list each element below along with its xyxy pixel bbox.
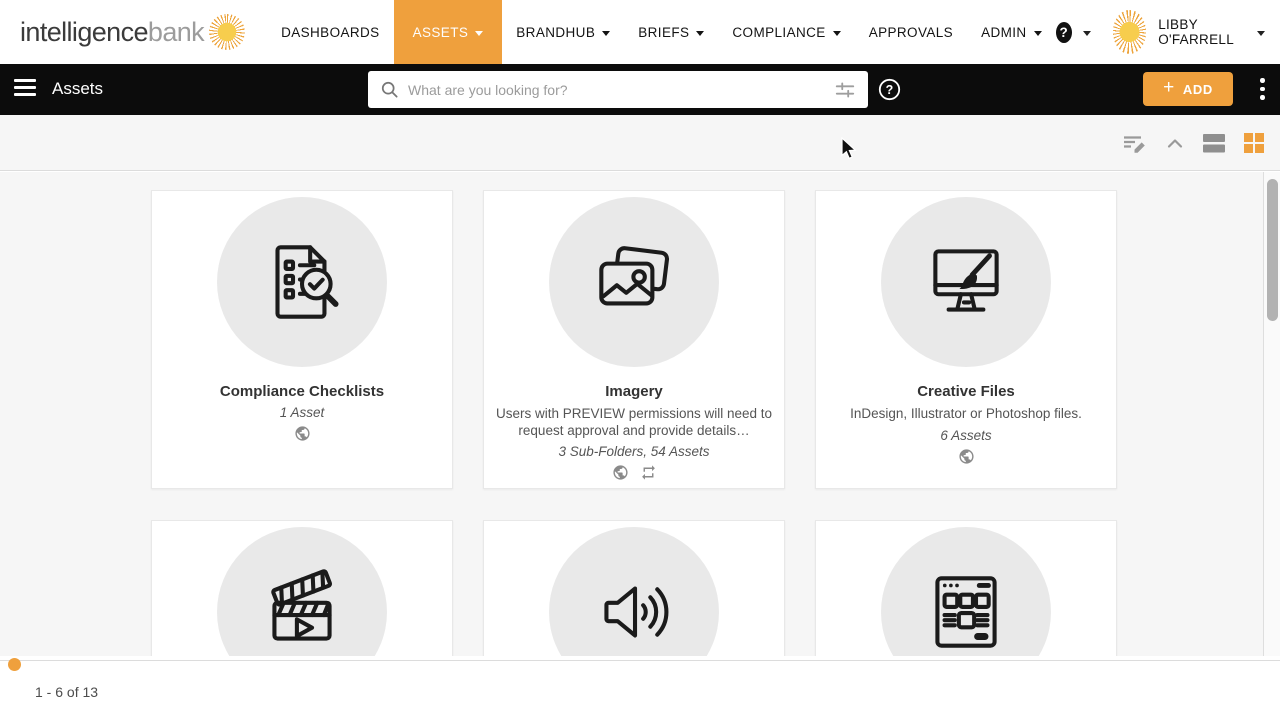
sort-edit-icon[interactable] [1121, 131, 1148, 155]
chevron-down-icon [832, 30, 841, 36]
nav-item-compliance[interactable]: COMPLIANCE [718, 0, 854, 64]
folder-title: Compliance Checklists [219, 383, 385, 400]
list-view-icon[interactable] [1202, 132, 1226, 154]
nav-item-briefs[interactable]: BRIEFS [624, 0, 718, 64]
folder-icon-circle [549, 527, 719, 656]
page-title: Assets [52, 79, 104, 98]
help-caret-icon[interactable] [1082, 30, 1091, 36]
clapperboard-icon [271, 569, 333, 641]
svg-text:?: ? [886, 83, 894, 97]
webpage-icon [935, 576, 997, 648]
folder-title: Creative Files [917, 383, 1015, 400]
repeat-icon [640, 464, 657, 481]
cards-grid: Compliance Checklists 1 Asset Imagery Us… [0, 172, 1280, 656]
user-caret-icon[interactable] [1257, 30, 1266, 36]
nav-item-assets[interactable]: ASSETS [393, 0, 503, 64]
nav-item-label: COMPLIANCE [732, 24, 826, 40]
view-toolbar [0, 115, 1280, 171]
nav-item-label: BRIEFS [638, 24, 690, 40]
add-button[interactable]: + ADD [1143, 72, 1233, 106]
folder-description: InDesign, Illustrator or Photoshop files… [850, 406, 1082, 421]
user-name[interactable]: LIBBY O'FARRELL [1158, 17, 1249, 47]
asset-folder-card[interactable] [815, 520, 1117, 656]
asset-folder-card[interactable] [483, 520, 785, 656]
sunburst-icon [209, 14, 246, 50]
folder-icon-circle [217, 197, 387, 367]
pagination-slider-handle[interactable] [8, 658, 21, 671]
logo-text: intelligencebank [20, 16, 205, 47]
checklist-search-icon [275, 245, 339, 319]
search-help-icon[interactable]: ? [878, 78, 901, 101]
asset-folder-area: Compliance Checklists 1 Asset Imagery Us… [0, 172, 1280, 656]
scrollbar-thumb[interactable] [1267, 179, 1278, 321]
user-avatar[interactable] [1112, 10, 1147, 54]
nav-item-label: BRANDHUB [516, 24, 596, 40]
folder-icon-circle [881, 527, 1051, 656]
nav-item-label: ADMIN [981, 24, 1027, 40]
help-icon[interactable]: ? [1055, 21, 1072, 43]
folder-meta: 3 Sub-Folders, 54 Assets [558, 444, 710, 460]
footer-bar: 1 - 6 of 13 [0, 656, 1280, 720]
folder-meta: 6 Assets [940, 427, 992, 443]
search-icon [380, 80, 399, 99]
folder-description: Users with PREVIEW permissions will need… [495, 406, 773, 438]
nav-item-admin[interactable]: ADMIN [967, 0, 1056, 64]
nav-item-approvals[interactable]: APPROVALS [855, 0, 967, 64]
chevron-down-icon [475, 30, 484, 36]
search-input[interactable] [408, 81, 834, 98]
globe-icon [958, 448, 975, 465]
more-options-icon[interactable] [1260, 78, 1265, 100]
nav-item-label: DASHBOARDS [281, 24, 380, 40]
hamburger-menu-icon[interactable] [14, 79, 36, 96]
asset-folder-card[interactable]: Creative Files InDesign, Illustrator or … [815, 190, 1117, 489]
filter-sliders-icon[interactable] [834, 79, 856, 101]
results-count: 1 - 6 of 13 [35, 684, 99, 700]
app-screen: intelligencebank DASHBOARDS ASSETS BRAND… [0, 0, 1280, 720]
asset-folder-card[interactable] [151, 520, 453, 656]
asset-folder-card[interactable]: Compliance Checklists 1 Asset [151, 190, 453, 489]
folder-title: Imagery [605, 383, 663, 400]
pagination-slider[interactable] [0, 658, 1280, 671]
top-navigation: intelligencebank DASHBOARDS ASSETS BRAND… [0, 0, 1280, 64]
chevron-down-icon [696, 30, 705, 36]
globe-icon [294, 425, 311, 442]
search-box [368, 71, 868, 108]
topnav-right: ? LIBBY O'FARRELL [1055, 10, 1280, 54]
nav-item-dashboards[interactable]: DASHBOARDS [267, 0, 394, 64]
nav-item-label: APPROVALS [868, 24, 954, 40]
intelligencebank-logo[interactable]: intelligencebank [20, 14, 246, 50]
grid-view-icon[interactable] [1243, 132, 1265, 154]
speaker-icon [604, 586, 669, 638]
nav-item-label: ASSETS [412, 24, 469, 40]
folder-meta: 1 Asset [279, 405, 325, 420]
globe-icon [612, 464, 629, 481]
folder-icon-circle [881, 197, 1051, 367]
folder-badges [294, 425, 311, 442]
asset-folder-card[interactable]: Imagery Users with PREVIEW permissions w… [483, 190, 785, 489]
folder-badges [612, 464, 657, 481]
collapse-chevron-up-icon[interactable] [1165, 136, 1185, 150]
photos-icon [599, 246, 670, 306]
chevron-down-icon [602, 30, 611, 36]
module-header-bar: Assets ? +ADD [0, 64, 1280, 115]
main-nav: DASHBOARDS ASSETS BRANDHUB BRIEFS COMPLI… [267, 0, 1056, 64]
monitor-brush-icon [933, 249, 999, 312]
folder-badges [958, 448, 975, 465]
folder-icon-circle [549, 197, 719, 367]
plus-icon: + [1163, 77, 1175, 98]
vertical-scrollbar[interactable] [1263, 172, 1280, 656]
nav-item-brandhub[interactable]: BRANDHUB [502, 0, 624, 64]
chevron-down-icon [1033, 30, 1042, 36]
folder-icon-circle [217, 527, 387, 656]
